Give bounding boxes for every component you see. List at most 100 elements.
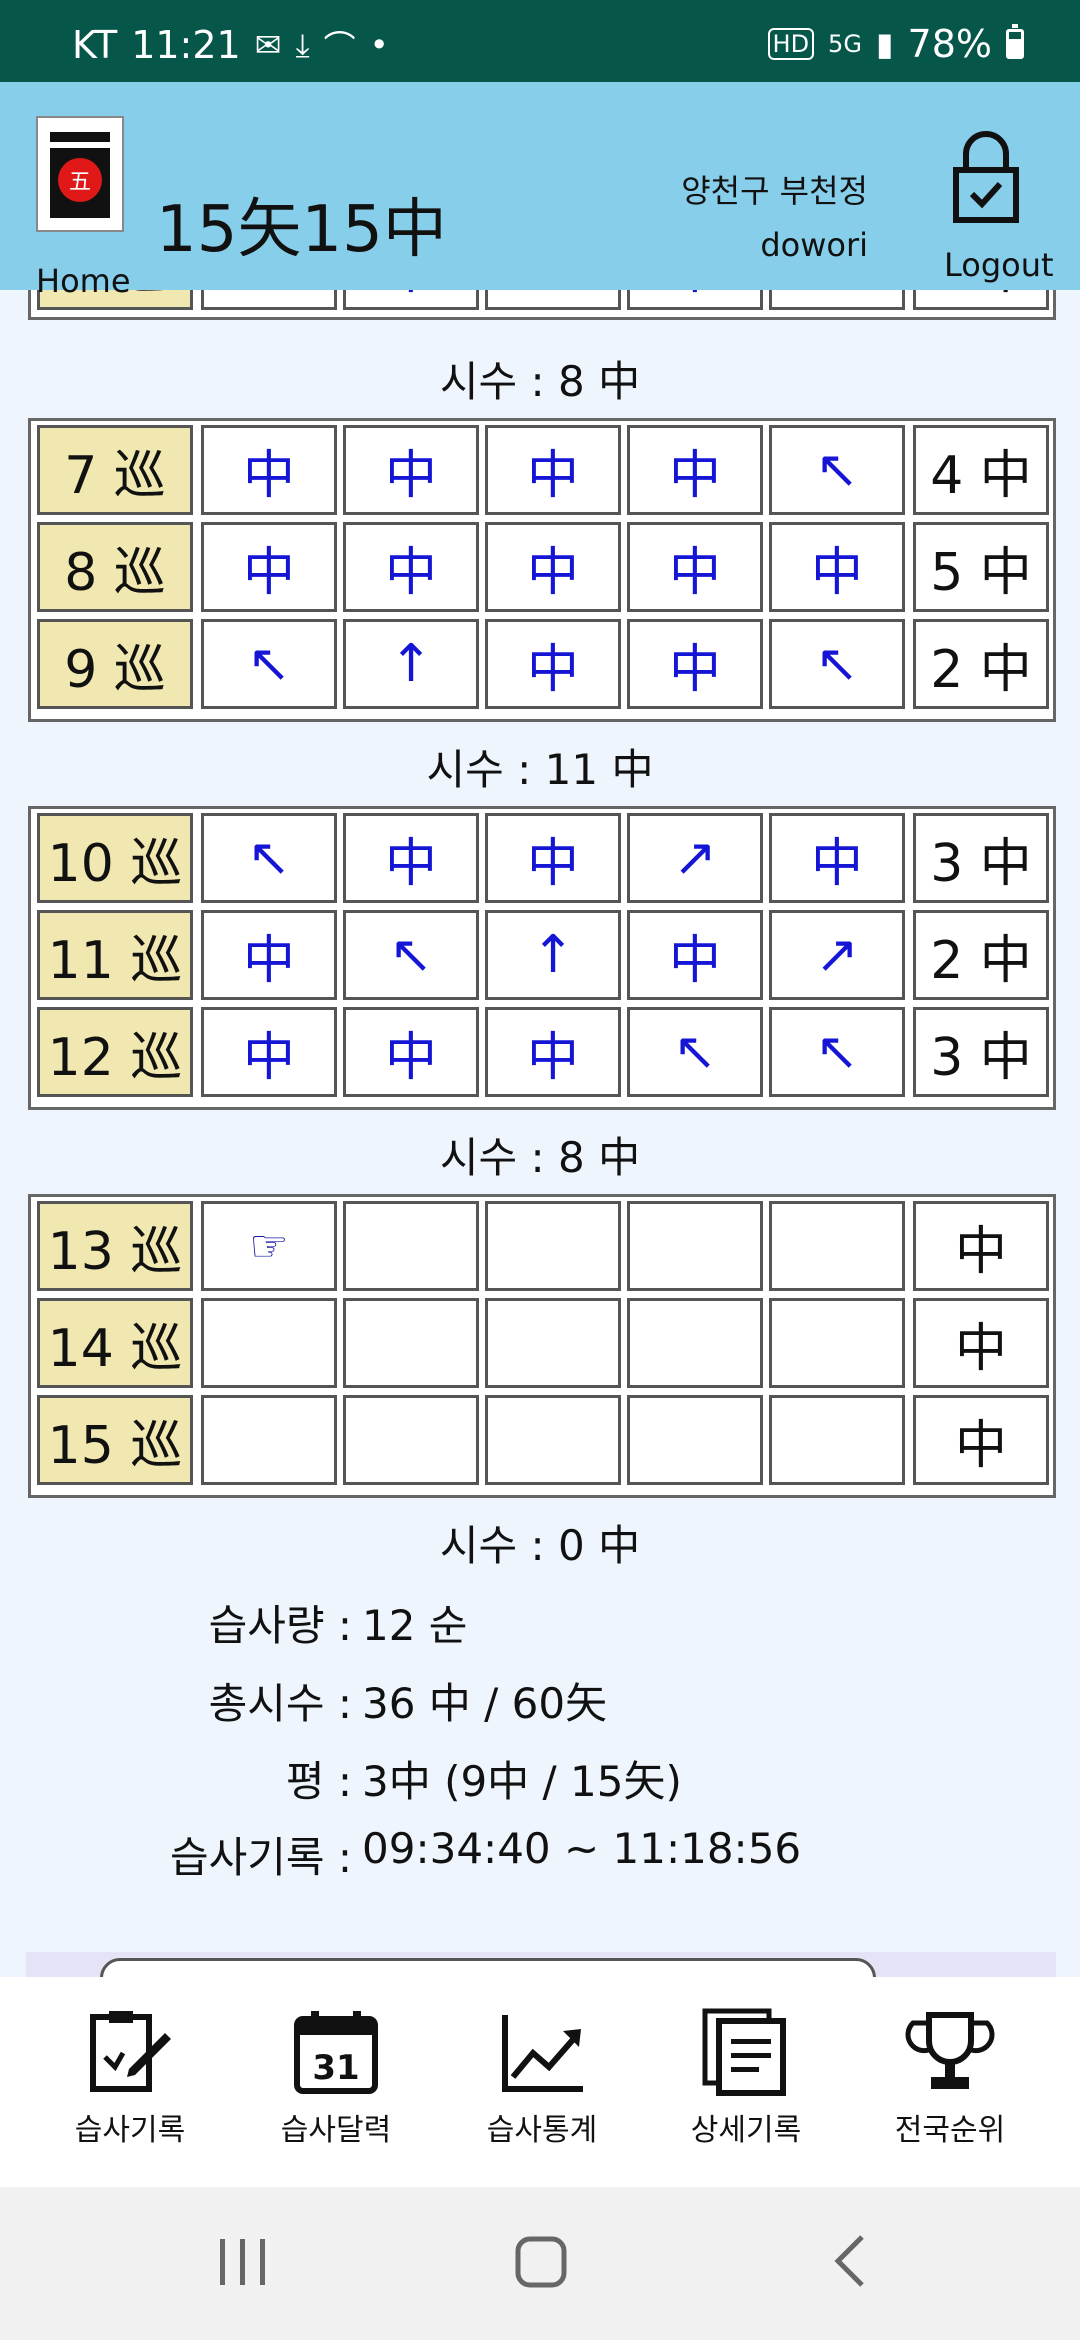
shot-cell[interactable]: 中	[485, 1007, 621, 1097]
score-table: 7 巡 中 中 中 中 ↖ 4 中 8 巡 中 中 中 中 中 5 中 9 巡 …	[28, 418, 1056, 722]
shot-cell[interactable]	[627, 1201, 763, 1291]
round-label: 14 巡	[37, 1298, 193, 1388]
round-label: 15 巡	[37, 1395, 193, 1485]
shot-cell[interactable]: 中	[627, 619, 763, 709]
home-link[interactable]: Home	[36, 262, 131, 300]
summary-value: 09:34:40 ~ 11:18:56	[362, 1824, 802, 1873]
hd-badge: HD	[767, 28, 815, 60]
shot-cell[interactable]	[201, 1298, 337, 1388]
group-subtotal: 시수 : 0 中	[439, 1521, 641, 1570]
shot-cell[interactable]: 中	[343, 813, 479, 903]
current-shot-pointer-icon[interactable]: ☞	[201, 1201, 337, 1291]
home-logo[interactable]: 五	[36, 116, 124, 232]
score-table: 13 巡 ☞ 中 14 巡 中 15 巡 中	[28, 1194, 1056, 1498]
nav-label: 습사기록	[74, 2113, 186, 2148]
nav-practice-record[interactable]: 습사기록	[30, 2007, 230, 2149]
shot-cell[interactable]: 中	[343, 522, 479, 612]
nav-detail-record[interactable]: 상세기록	[646, 2007, 846, 2149]
shot-cell[interactable]	[343, 1395, 479, 1485]
summary-row: 평 : 3中 (9中 / 15矢)	[0, 1748, 1080, 1806]
shot-cell[interactable]: 中	[485, 522, 621, 612]
shot-cell[interactable]: 中	[201, 1007, 337, 1097]
shot-cell[interactable]: 中	[769, 813, 905, 903]
shot-cell[interactable]: ↗	[769, 910, 905, 1000]
shot-cell[interactable]	[343, 1201, 479, 1291]
shot-cell[interactable]	[485, 1298, 621, 1388]
score-content[interactable]: 6 巡 ↖ 中 ↖ 中 ↑ 2 中 시수 : 8 中 7 巡 中 中 中 中 ↖…	[0, 82, 1080, 1977]
page-title: 15矢15中	[156, 193, 447, 267]
shot-cell[interactable]: ↖	[769, 619, 905, 709]
round-label: 7 巡	[37, 425, 193, 515]
shot-cell[interactable]: 中	[201, 425, 337, 515]
nav-label: 상세기록	[690, 2113, 802, 2148]
shot-cell[interactable]: ↖	[201, 619, 337, 709]
round-label: 10 巡	[37, 813, 193, 903]
dot-icon: •	[369, 26, 389, 64]
shot-cell[interactable]: ↑	[485, 910, 621, 1000]
round-label: 11 巡	[37, 910, 193, 1000]
shot-cell[interactable]: 中	[485, 619, 621, 709]
shot-cell[interactable]: 中	[343, 425, 479, 515]
network-label: 5G	[828, 30, 862, 58]
status-bar: KT 11:21 ✉ ⤓ ⌒ • HD 5G ▮ 78%	[0, 0, 1080, 82]
round-total: 2 中	[913, 910, 1049, 1000]
back-icon[interactable]	[824, 2231, 884, 2291]
shot-cell[interactable]: ↗	[627, 813, 763, 903]
summary-value: 3中 (9中 / 15矢)	[362, 1757, 682, 1806]
shot-cell[interactable]: 中	[627, 522, 763, 612]
download-icon: ⤓	[295, 25, 310, 64]
recent-apps-icon[interactable]	[212, 2231, 272, 2291]
shot-cell[interactable]: 中	[627, 425, 763, 515]
input-pill[interactable]	[100, 1958, 876, 1977]
shot-cell[interactable]	[769, 1395, 905, 1485]
shot-cell[interactable]: ↖	[769, 1007, 905, 1097]
logout-button[interactable]: Logout	[944, 246, 1054, 284]
user-region: 양천구 부천정	[681, 172, 868, 210]
shot-cell[interactable]	[343, 1298, 479, 1388]
shot-cell[interactable]: ↖	[201, 813, 337, 903]
shot-cell[interactable]	[769, 1298, 905, 1388]
shot-cell[interactable]: 中	[627, 910, 763, 1000]
lock-icon[interactable]	[950, 130, 1022, 226]
nav-practice-calendar[interactable]: 31 습사달력	[236, 2007, 436, 2149]
summary-label: 총시수 :	[208, 1679, 352, 1728]
usb-icon: ⌒	[323, 28, 356, 66]
shot-cell[interactable]: 中	[201, 910, 337, 1000]
chart-trend-icon	[502, 2015, 583, 2092]
round-label: 13 巡	[37, 1201, 193, 1291]
summary-row: 총시수 : 36 中 / 60矢	[0, 1670, 1080, 1728]
shot-cell[interactable]: ↖	[343, 910, 479, 1000]
user-id: dowori	[760, 226, 868, 264]
shot-cell[interactable]	[485, 1395, 621, 1485]
round-label: 12 巡	[37, 1007, 193, 1097]
summary-row: 습사기록 : 09:34:40 ~ 11:18:56	[0, 1824, 1080, 1882]
home-icon[interactable]	[512, 2231, 572, 2291]
bottom-nav: 습사기록 31 습사달력 습사통계 상세기록 전국순위	[0, 1977, 1080, 2187]
shot-cell[interactable]: 中	[343, 1007, 479, 1097]
shot-cell[interactable]: 中	[485, 813, 621, 903]
shot-cell[interactable]: ↖	[769, 425, 905, 515]
summary-label: 습사기록 :	[169, 1833, 352, 1882]
system-nav-bar	[0, 2187, 1080, 2340]
calendar-icon: 31	[294, 2011, 378, 2094]
shot-cell[interactable]: 中	[201, 522, 337, 612]
shot-cell[interactable]	[627, 1395, 763, 1485]
signal-icon: ▮	[875, 25, 894, 63]
nav-label: 습사통계	[486, 2113, 598, 2148]
shot-cell[interactable]: 中	[769, 522, 905, 612]
round-total: 中	[913, 1298, 1049, 1388]
shot-cell[interactable]	[627, 1298, 763, 1388]
shot-cell[interactable]	[485, 1201, 621, 1291]
shot-cell[interactable]: 中	[485, 425, 621, 515]
svg-text:31: 31	[312, 2048, 359, 2088]
nav-national-ranking[interactable]: 전국순위	[850, 2007, 1050, 2149]
shot-cell[interactable]: ↖	[627, 1007, 763, 1097]
nav-practice-stats[interactable]: 습사통계	[442, 2007, 642, 2149]
round-total: 5 中	[913, 522, 1049, 612]
shot-cell[interactable]	[769, 1201, 905, 1291]
clipboard-edit-icon	[90, 2011, 171, 2092]
summary-value: 36 中 / 60矢	[362, 1679, 608, 1728]
shot-cell[interactable]	[201, 1395, 337, 1485]
shot-cell[interactable]: ↑	[343, 619, 479, 709]
carrier-label: KT	[72, 23, 118, 67]
